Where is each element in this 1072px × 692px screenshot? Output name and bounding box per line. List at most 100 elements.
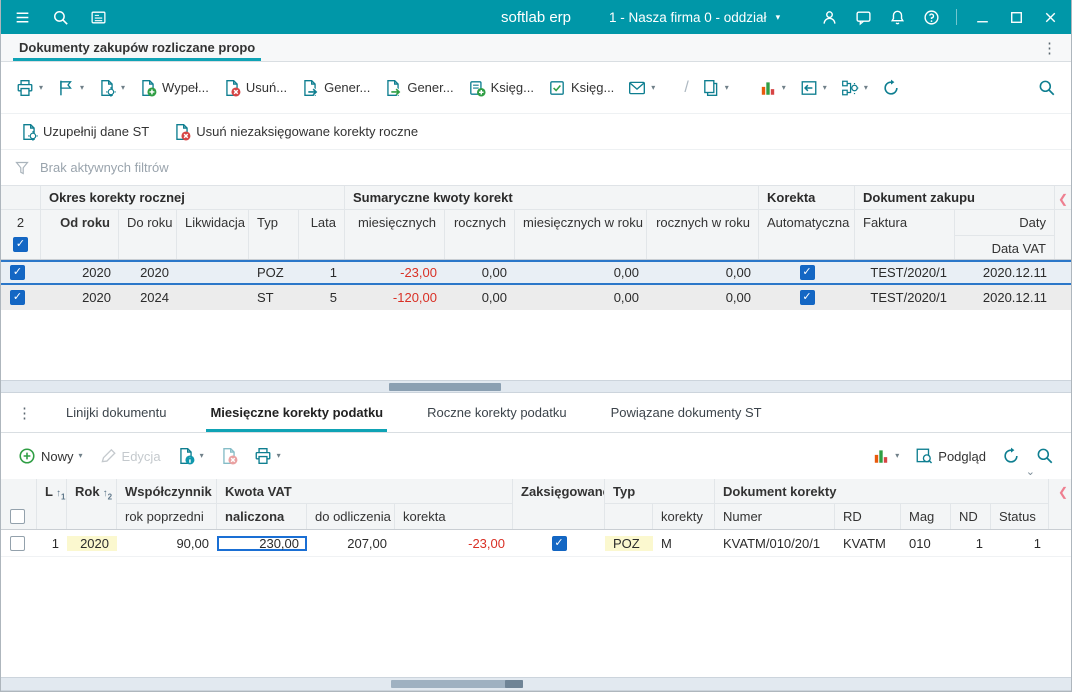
export-button[interactable]: ▾ <box>793 73 834 103</box>
horizontal-scrollbar[interactable] <box>1 677 1071 691</box>
collapse-panel-icon[interactable]: ⌄ <box>1026 467 1035 478</box>
column-header-rocznych-w-roku[interactable]: rocznych w roku <box>647 210 759 259</box>
tab-linijki-dokumentu[interactable]: Linijki dokumentu <box>66 393 166 432</box>
detail-kebab-menu-icon[interactable]: ⋮ <box>9 404 44 422</box>
column-header-nd[interactable]: ND <box>951 504 991 529</box>
column-header-rocznych[interactable]: rocznych <box>445 210 515 259</box>
chat-icon[interactable] <box>850 4 876 30</box>
row-checkbox[interactable] <box>10 535 25 551</box>
column-header-korekty[interactable]: korekty <box>653 504 715 529</box>
podglad-button[interactable]: Podgląd <box>908 441 993 471</box>
user-icon[interactable] <box>816 4 842 30</box>
column-header-rok[interactable]: Rok ↑2 <box>67 479 117 504</box>
zaksiegowane-checkbox[interactable]: ✓ <box>551 535 567 551</box>
copy-button[interactable]: ▾ <box>695 73 736 103</box>
print-button[interactable]: ▾ <box>247 441 288 471</box>
print-button[interactable]: ▾ <box>9 73 50 103</box>
refresh-button[interactable] <box>875 73 907 103</box>
group-header-wspolczynnik[interactable]: Współczynnik <box>117 479 217 504</box>
bell-icon[interactable] <box>884 4 910 30</box>
delete-correction-button[interactable] <box>213 441 245 471</box>
column-header-rok-poprzedni[interactable]: rok poprzedni <box>117 504 217 529</box>
detail-table-row[interactable]: 1 2020 90,00 230,00 207,00 -23,00 ✓ POZ … <box>1 530 1071 557</box>
minimize-icon[interactable] <box>969 4 995 30</box>
refresh-icon <box>882 79 900 97</box>
uzupelnij-dane-st-button[interactable]: Uzupełnij dane ST <box>13 117 156 147</box>
tab-powiazane-dokumenty-st[interactable]: Powiązane dokumenty ST <box>611 393 762 432</box>
flag-button[interactable]: ▾ <box>50 73 91 103</box>
automatyczna-checkbox[interactable]: ✓ <box>799 265 815 280</box>
document-info-button[interactable]: ▾ <box>170 441 211 471</box>
select-all-checkbox[interactable]: ✓ <box>13 237 28 252</box>
usun-button[interactable]: Usuń... <box>216 73 294 103</box>
scrollbar-thumb[interactable] <box>389 383 501 391</box>
table-row[interactable]: ✓ 2020 2024 ST 5 -120,00 0,00 0,00 0,00 … <box>1 285 1071 310</box>
select-all-checkbox[interactable] <box>10 509 25 524</box>
group-header-typ[interactable]: Typ <box>605 479 715 504</box>
generuj-button-1[interactable]: Gener... <box>294 73 377 103</box>
detail-toolbar: Nowy ▾ Edycja ▾ ▾ ▾ Podgląd ⌄ <box>1 433 1071 479</box>
column-header-numer[interactable]: Numer <box>715 504 835 529</box>
tab-dokumenty-zakupow[interactable]: Dokumenty zakupów rozliczane propo <box>13 34 262 61</box>
automatyczna-checkbox[interactable]: ✓ <box>799 290 815 305</box>
column-header-lata[interactable]: Lata <box>299 210 345 259</box>
refresh-button[interactable] <box>995 441 1027 471</box>
column-header-naliczona[interactable]: naliczona <box>217 504 307 529</box>
column-header-do-roku[interactable]: Do roku <box>119 210 177 259</box>
generuj-button-2[interactable]: Gener... <box>377 73 460 103</box>
column-header-automatyczna[interactable]: Automatyczna <box>759 210 855 259</box>
nowy-button[interactable]: Nowy ▾ <box>11 441 90 471</box>
column-header-faktura[interactable]: Faktura <box>855 210 955 259</box>
maximize-icon[interactable] <box>1003 4 1029 30</box>
cell-typ-korekty: M <box>661 535 672 551</box>
column-header-row: 2 ✓ Od roku Do roku Likwidacja Typ Lata … <box>1 210 1071 260</box>
column-header-daty[interactable]: Daty Data VAT <box>955 210 1055 259</box>
chart-button[interactable]: ▾ <box>752 73 793 103</box>
column-header-l[interactable]: L ↑1 <box>37 479 67 504</box>
group-header-dokument-korekty[interactable]: Dokument korekty <box>715 479 1049 504</box>
window-list-icon[interactable] <box>85 4 111 30</box>
column-header-likwidacja[interactable]: Likwidacja <box>177 210 249 259</box>
row-checkbox[interactable]: ✓ <box>10 290 25 305</box>
table-row[interactable]: ✓ 2020 2020 POZ 1 -23,00 0,00 0,00 0,00 … <box>1 260 1071 285</box>
horizontal-scrollbar[interactable] <box>1 380 1071 393</box>
column-header-typ[interactable]: Typ <box>249 210 299 259</box>
group-header-kwota-vat[interactable]: Kwota VAT <box>217 479 513 504</box>
tab-kebab-menu-icon[interactable]: ⋮ <box>1028 39 1071 57</box>
company-selector[interactable]: 1 - Nasza firma 0 - oddział ▾ <box>609 10 780 25</box>
edycja-button[interactable]: Edycja <box>92 441 168 471</box>
close-icon[interactable] <box>1037 4 1063 30</box>
document-tabbar: Dokumenty zakupów rozliczane propo ⋮ <box>1 34 1071 62</box>
cell-typ: ST <box>257 290 274 305</box>
column-header-zaksiegowane[interactable]: Zaksięgowane <box>513 479 605 504</box>
column-header-od-roku[interactable]: Od roku <box>41 210 119 259</box>
scroll-left-icon[interactable]: ❮ <box>1058 486 1068 498</box>
wypelnij-button[interactable]: Wypeł... <box>132 73 216 103</box>
help-icon[interactable] <box>918 4 944 30</box>
scrollbar-grip[interactable] <box>505 680 523 688</box>
chart-button[interactable]: ▾ <box>865 441 906 471</box>
column-header-korekta[interactable]: korekta <box>395 504 513 529</box>
search-icon[interactable] <box>47 4 73 30</box>
usun-niezaksiegowane-korekty-button[interactable]: Usuń niezaksięgowane korekty roczne <box>166 117 425 147</box>
process-button[interactable]: ▾ <box>834 73 875 103</box>
column-header-do-odliczenia[interactable]: do odliczenia <box>307 504 395 529</box>
send-button[interactable]: ▾ <box>621 73 662 103</box>
document-settings-button[interactable]: ▾ <box>91 73 132 103</box>
row-checkbox[interactable]: ✓ <box>10 265 25 280</box>
tab-roczne-korekty-podatku[interactable]: Roczne korekty podatku <box>427 393 566 432</box>
ksieguj-button-1[interactable]: Księg... <box>461 73 541 103</box>
ksieguj-button-2[interactable]: Księg... <box>541 73 621 103</box>
scrollbar-thumb[interactable] <box>391 680 523 688</box>
column-header-rd[interactable]: RD <box>835 504 901 529</box>
column-header-status[interactable]: Status <box>991 504 1049 529</box>
column-header-miesiecznych[interactable]: miesięcznych <box>345 210 445 259</box>
search-button[interactable] <box>1031 73 1063 103</box>
column-header-mag[interactable]: Mag <box>901 504 951 529</box>
menu-icon[interactable] <box>9 4 35 30</box>
cell-naliczona-focused[interactable]: 230,00 <box>217 535 307 551</box>
column-header-miesiecznych-w-roku[interactable]: miesięcznych w roku <box>515 210 647 259</box>
scroll-left-icon[interactable]: ❮ <box>1058 193 1068 205</box>
tab-miesieczne-korekty-podatku[interactable]: Miesięczne korekty podatku <box>206 393 387 432</box>
funnel-icon[interactable] <box>14 160 30 176</box>
